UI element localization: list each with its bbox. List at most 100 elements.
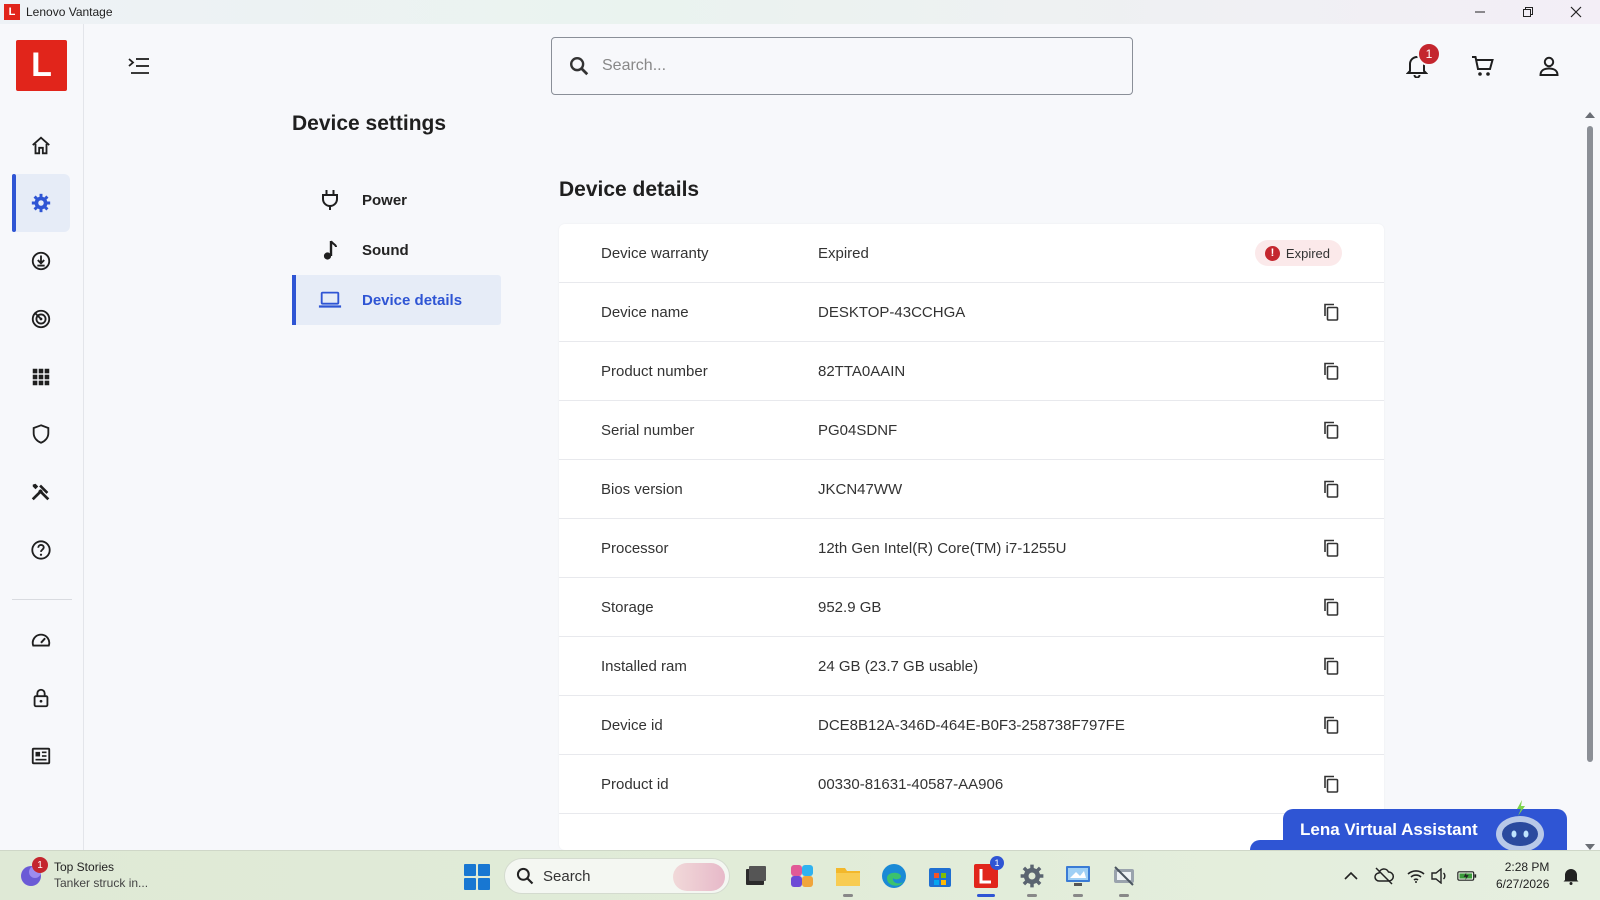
copy-icon (1323, 657, 1339, 675)
chevron-up-icon (1344, 871, 1358, 880)
microsoft-365-icon (791, 865, 813, 887)
robot-icon[interactable] (1492, 800, 1548, 850)
nav-privacy[interactable] (12, 669, 70, 727)
copy-icon (1323, 775, 1339, 793)
nav-dashboard[interactable] (12, 612, 70, 670)
taskbar-lenovo-vantage[interactable]: 1 (972, 856, 1004, 897)
taskbar-snipping-tool[interactable] (1110, 862, 1138, 897)
gear-icon (31, 193, 51, 213)
clock-time: 2:28 PM (1504, 860, 1550, 874)
lock-icon (33, 688, 49, 708)
music-note-icon (318, 238, 342, 262)
copy-button[interactable] (1320, 596, 1342, 618)
taskbar-file-explorer[interactable] (834, 862, 862, 897)
nav-device-settings[interactable] (12, 174, 70, 232)
copy-icon (1323, 539, 1339, 557)
scrollbar-thumb[interactable] (1587, 126, 1593, 762)
submenu-device-details[interactable]: Device details (292, 275, 501, 325)
scroll-up-arrow[interactable] (1585, 112, 1595, 118)
nav-home[interactable] (12, 117, 70, 175)
copy-button[interactable] (1320, 478, 1342, 500)
submenu-sound[interactable]: Sound (292, 225, 501, 275)
copy-button[interactable] (1320, 537, 1342, 559)
start-button[interactable] (464, 864, 490, 890)
store-icon (929, 868, 951, 887)
status-badge-label: Expired (1285, 245, 1330, 261)
minimize-button[interactable] (1456, 0, 1504, 24)
tray-onedrive[interactable] (1374, 866, 1394, 886)
search-highlight-image (673, 863, 725, 891)
news-text: Top Stories Tanker struck in... (54, 859, 148, 891)
nav-help[interactable] (12, 521, 70, 579)
copy-icon (1323, 480, 1339, 498)
windows-logo-tile (478, 864, 490, 876)
taskbar: 1 Top Stories Tanker struck in... Search… (0, 850, 1600, 900)
tray-notifications[interactable] (1561, 866, 1581, 886)
close-button[interactable] (1552, 0, 1600, 24)
taskbar-clock[interactable]: 2:28 PM 6/27/2026 (1496, 859, 1549, 893)
copy-button[interactable] (1320, 360, 1342, 382)
nav-tools[interactable] (12, 463, 70, 521)
cart-button[interactable] (1469, 52, 1497, 80)
settings-gear-icon (1020, 864, 1044, 888)
remote-desktop-icon (1066, 866, 1090, 886)
detail-row-warranty: Device warranty Expired ! Expired (559, 224, 1384, 283)
speedometer-icon (31, 633, 51, 647)
copy-button[interactable] (1320, 714, 1342, 736)
taskbar-store[interactable] (926, 862, 954, 890)
taskbar-copilot[interactable] (788, 862, 816, 890)
folder-icon (836, 868, 860, 886)
side-nav: L (0, 24, 84, 850)
tray-volume[interactable] (1430, 866, 1450, 886)
taskbar-task-view[interactable] (742, 862, 770, 890)
shield-icon (32, 424, 50, 444)
copy-button[interactable] (1320, 773, 1342, 795)
taskbar-remote-desktop[interactable] (1064, 862, 1092, 897)
tray-overflow-button[interactable] (1341, 866, 1361, 886)
detail-row: Storage 952.9 GB (559, 578, 1384, 637)
detail-row: Device id DCE8B12A-346D-464E-B0F3-258738F… (559, 696, 1384, 755)
account-button[interactable] (1535, 52, 1563, 80)
radar-icon (31, 309, 51, 329)
nav-smart-performance[interactable] (12, 290, 70, 348)
nav-news[interactable] (12, 727, 70, 785)
detail-row: Bios version JKCN47WW (559, 460, 1384, 519)
copy-icon (1323, 362, 1339, 380)
submenu-label: Sound (362, 241, 409, 259)
detail-value: 82TTA0AAIN (818, 362, 906, 380)
taskbar-edge[interactable] (880, 862, 908, 890)
search-input[interactable] (602, 57, 1102, 75)
copy-button[interactable] (1320, 419, 1342, 441)
detail-row: Product number 82TTA0AAIN (559, 342, 1384, 401)
nav-security[interactable] (12, 405, 70, 463)
running-indicator (977, 894, 995, 897)
cart-icon (1472, 56, 1494, 76)
scrollbar[interactable] (1584, 110, 1596, 850)
question-icon (31, 540, 51, 560)
news-widget[interactable]: 1 Top Stories Tanker struck in... (18, 857, 148, 891)
running-indicator (1073, 894, 1083, 897)
detail-row: Device name DESKTOP-43CCHGA (559, 283, 1384, 342)
copy-button[interactable] (1320, 301, 1342, 323)
submenu-label: Power (362, 191, 408, 209)
nav-system-update[interactable] (12, 232, 70, 290)
restore-button[interactable] (1504, 0, 1552, 24)
taskbar-settings[interactable] (1018, 862, 1046, 897)
menu-toggle-button[interactable] (126, 54, 152, 78)
taskbar-search-label: Search (543, 867, 591, 885)
submenu-power[interactable]: Power (292, 175, 501, 225)
grid-icon (32, 368, 50, 386)
taskbar-search[interactable]: Search (504, 858, 730, 894)
status-badge: ! Expired (1254, 240, 1342, 266)
detail-label: Processor (601, 539, 669, 557)
running-indicator (1027, 894, 1037, 897)
nav-divider (12, 599, 72, 600)
detail-label: Installed ram (601, 657, 687, 675)
nav-apps[interactable] (12, 348, 70, 406)
copy-button[interactable] (1320, 655, 1342, 677)
lenovo-logo[interactable]: L (16, 40, 67, 91)
lena-assistant-label: Lena Virtual Assistant (1300, 819, 1478, 839)
tray-wifi[interactable] (1406, 866, 1426, 886)
search-bar[interactable] (551, 37, 1133, 95)
tray-battery[interactable] (1457, 866, 1477, 886)
